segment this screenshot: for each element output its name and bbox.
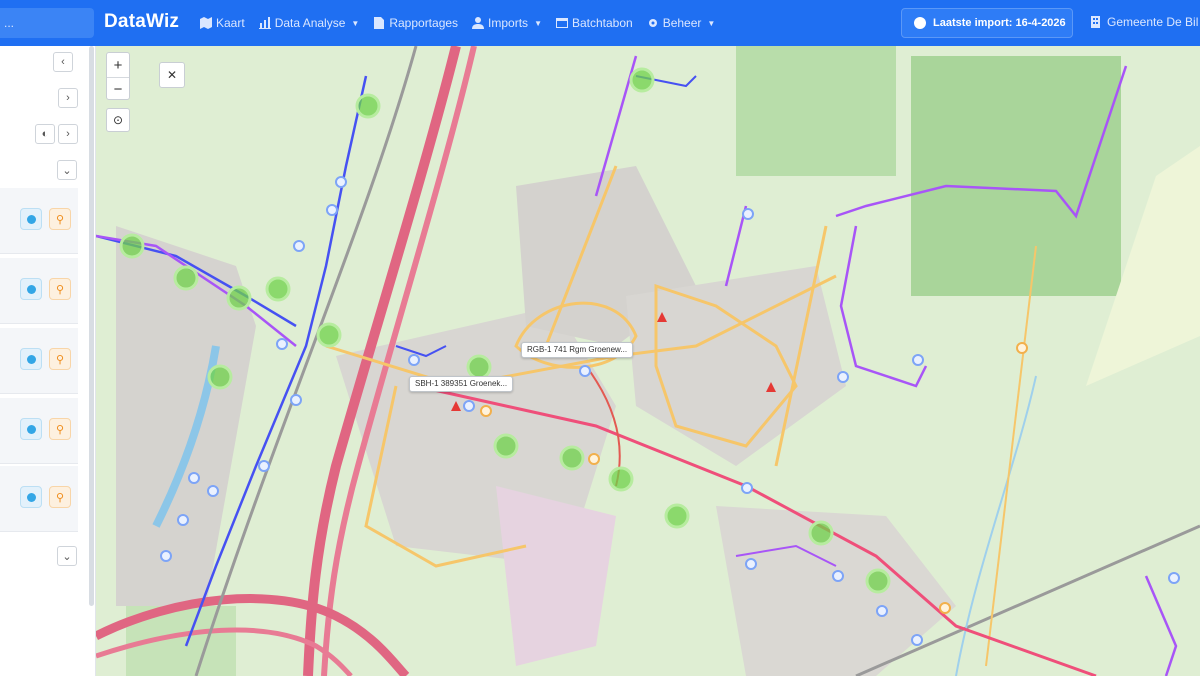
map-tiles [96, 46, 1200, 676]
sidebar-scrollbar[interactable] [89, 46, 94, 606]
view-button[interactable] [20, 208, 42, 230]
view-button[interactable] [20, 348, 42, 370]
info-icon [914, 17, 926, 29]
eye-icon [26, 284, 36, 294]
map-popup-label[interactable]: SBH-1 389351 Groenek... [409, 376, 514, 392]
menu-rapportages[interactable]: Rapportages [373, 16, 458, 30]
search-input[interactable]: ... [0, 8, 94, 38]
list-item[interactable]: ⚲ [0, 258, 78, 324]
dropdown-button[interactable]: ⌄ [57, 160, 77, 180]
main-menu: Kaart Data Analyse ▼ Rapportages Imports ▼… [200, 0, 715, 46]
close-icon: ✕ [166, 68, 178, 82]
chevron-left-icon: ‹ [61, 56, 65, 68]
last-import-button[interactable]: Laatste import: 16-4-2026 [901, 8, 1073, 38]
toggle-icon: ◐ [41, 128, 49, 140]
eye-icon [26, 214, 36, 224]
zoom-controls: + − [106, 52, 130, 100]
chevron-right-icon: › [66, 92, 70, 104]
expand-button-2[interactable]: › [58, 124, 78, 144]
dropdown-button-2[interactable]: ⌄ [57, 546, 77, 566]
chevron-down-icon: ▼ [351, 18, 360, 28]
eye-icon [26, 424, 36, 434]
collapse-sidebar-button[interactable]: ‹ [53, 52, 73, 72]
zoom-to-button[interactable]: ⚲ [49, 486, 71, 508]
menu-kaart[interactable]: Kaart [200, 16, 245, 30]
menu-data-analyse[interactable]: Data Analyse ▼ [258, 16, 360, 30]
list-item[interactable]: ⚲ [0, 328, 78, 394]
search-icon: ⚲ [55, 491, 65, 504]
zoom-in-button[interactable]: + [107, 53, 129, 77]
zoom-to-button[interactable]: ⚲ [49, 208, 71, 230]
view-button[interactable] [20, 486, 42, 508]
search-icon: ⚲ [55, 423, 65, 436]
eye-icon [26, 354, 36, 364]
menu-beheer[interactable]: Beheer ▼ [647, 16, 716, 30]
list-item[interactable]: ⚲ [0, 398, 78, 464]
chevron-down-icon: ⌄ [62, 164, 72, 177]
list-item[interactable]: ⚲ [0, 188, 78, 254]
report-icon [374, 17, 385, 29]
menu-batchtabon[interactable]: Batchtabon [555, 16, 633, 30]
chevron-down-icon: ⌄ [62, 550, 72, 563]
zoom-out-button[interactable]: − [107, 77, 129, 101]
toggle-visibility-button[interactable]: ◐ [35, 124, 55, 144]
chevron-down-icon: ▼ [534, 18, 542, 28]
top-navbar: ... DataWiz Kaart Data Analyse ▼ Rapporta… [0, 0, 1200, 46]
zoom-to-button[interactable]: ⚲ [49, 348, 71, 370]
search-icon: ⚲ [55, 283, 65, 296]
zoom-to-button[interactable]: ⚲ [49, 418, 71, 440]
close-button[interactable]: ✕ [159, 62, 185, 88]
zoom-to-button[interactable]: ⚲ [49, 278, 71, 300]
list-item[interactable]: ⚲ [0, 466, 78, 532]
chevron-down-icon: ▼ [707, 18, 716, 28]
expand-button[interactable]: › [58, 88, 78, 108]
target-icon: ⊙ [112, 113, 124, 127]
upload-icon [472, 17, 485, 29]
map-popup-label[interactable]: RGB-1 741 Rgm Groenew... [521, 342, 634, 358]
view-button[interactable] [20, 418, 42, 440]
menu-imports[interactable]: Imports ▼ [472, 16, 542, 30]
eye-icon [26, 492, 36, 502]
search-icon: ⚲ [55, 353, 65, 366]
map-canvas[interactable]: + − ⊙ ✕ RGB-1 741 Rgm Groenew... SBH-1 3… [96, 46, 1200, 676]
search-icon: ⚲ [55, 213, 65, 226]
chevron-right-icon: › [66, 128, 70, 140]
batch-icon [555, 18, 568, 28]
locate-button[interactable]: ⊙ [106, 108, 130, 132]
app-brand[interactable]: DataWiz [104, 11, 179, 33]
gear-icon [648, 19, 657, 27]
map-icon [200, 17, 212, 29]
chart-icon [258, 17, 271, 29]
municipality-selector[interactable]: Gemeente De Bil [1090, 15, 1198, 29]
building-icon [1091, 16, 1100, 28]
left-sidebar: ‹ › ◐ › ⌄ ⚲ ⚲ ⚲ ⚲ ⚲ ⌄ [0, 46, 96, 676]
view-button[interactable] [20, 278, 42, 300]
